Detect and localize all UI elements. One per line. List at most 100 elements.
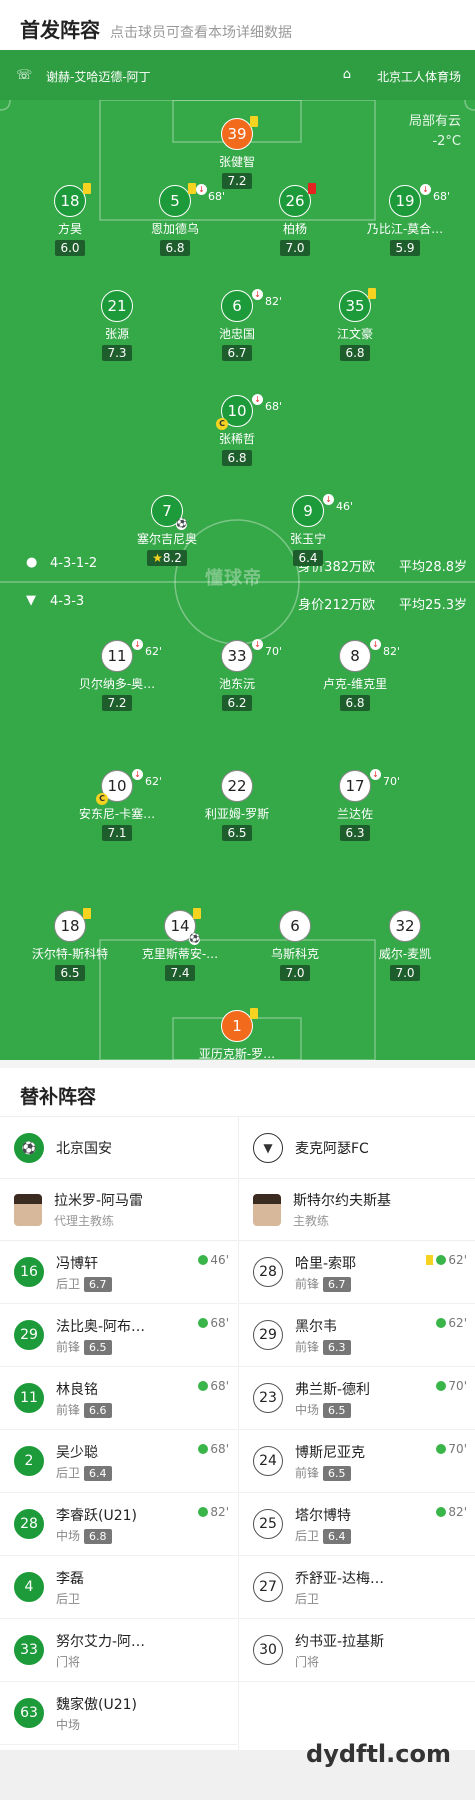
sub-player-row[interactable]: 30 约书亚-拉基斯 门将 — [239, 1619, 475, 1682]
player-rating: 6.7 — [84, 1276, 112, 1292]
player-marker[interactable]: 8 ↓ 82' 卢克-维克里 6.8 — [295, 639, 415, 711]
sub-event: 68' — [198, 1316, 229, 1330]
rating-value: 6.0 — [60, 241, 80, 255]
coach-role: 代理主教练 — [54, 1214, 115, 1228]
rating-value: 6.8 — [345, 346, 365, 360]
subs-title: 替补阵容 — [0, 1068, 475, 1116]
player-marker[interactable]: 14 ⚽ 克里斯蒂安-… 7.4 — [120, 908, 240, 981]
sub-player-row[interactable]: 33 努尔艾力-阿… 门将 — [0, 1619, 237, 1682]
sub-player-row[interactable]: 28 哈里-索耶 前锋 6.7 62' — [239, 1241, 475, 1304]
player-name: 张源 — [104, 327, 129, 341]
sub-time: 70' — [448, 1379, 467, 1393]
yellow-card-icon — [250, 116, 258, 127]
shirt-number: 21 — [101, 290, 133, 322]
sub-player-row[interactable]: 11 林良铭 前锋 6.6 68' — [0, 1367, 237, 1430]
player-marker[interactable]: 10 ↓ 68' C 张稀哲 6.8 — [177, 394, 297, 466]
player-marker[interactable]: 39 张健智 7.2 — [177, 116, 297, 189]
player-rating: 7.0 — [390, 965, 420, 981]
player-marker[interactable]: 9 ↓ 46' 张玉宁 6.4 — [248, 494, 368, 566]
rating-value: 7.0 — [285, 241, 305, 255]
shirt-number: 2 — [14, 1446, 44, 1476]
player-marker[interactable]: 18 沃尔特-斯科特 6.5 — [10, 908, 130, 981]
stadium-icon: ⌂ — [342, 67, 351, 82]
sub-player-row[interactable]: 29 法比奥-阿布… 前锋 6.5 68' — [0, 1304, 237, 1367]
position-text: 后卫 — [56, 1591, 81, 1606]
player-marker[interactable]: 6 ↓ 82' 池忠国 6.7 — [177, 289, 297, 361]
sub-player-row[interactable]: 27 乔舒亚-达梅… 后卫 — [239, 1556, 475, 1619]
home-team-name: 北京国安 — [56, 1140, 112, 1157]
yellow-card-icon — [193, 908, 201, 919]
sub-on-icon — [198, 1507, 209, 1517]
shirt-number: 33 ↓ 70' — [221, 639, 282, 672]
sub-event: 70' — [436, 1379, 467, 1393]
home-coach-row[interactable]: 拉米罗-阿马雷 代理主教练 — [0, 1179, 237, 1241]
sub-off-icon: ↓ — [370, 769, 381, 780]
player-position: 后卫 6.4 — [56, 1464, 112, 1481]
shirt-number: 25 — [253, 1509, 283, 1539]
sub-player-row[interactable]: 23 弗兰斯-德利 中场 6.5 70' — [239, 1367, 475, 1430]
home-team-row[interactable]: ⚽ 北京国安 — [0, 1117, 237, 1179]
player-marker[interactable]: 22 利亚姆-罗斯 6.5 — [177, 770, 297, 841]
sub-time: 82' — [383, 645, 401, 658]
away-coach-row[interactable]: 斯特尔约夫斯基 主教练 — [239, 1179, 475, 1241]
player-marker[interactable]: 33 ↓ 70' 池东沅 6.2 — [177, 639, 297, 711]
player-rating: 7.4 — [165, 965, 195, 981]
player-marker[interactable]: 35 江文豪 6.8 — [295, 288, 415, 361]
player-marker[interactable]: 17 ↓ 70' 兰达佐 6.3 — [295, 769, 415, 841]
shirt-number: 28 — [14, 1509, 44, 1539]
sub-player-row[interactable]: 28 李睿跃(U21) 中场 6.8 82' — [0, 1493, 237, 1556]
player-name: 塞尔吉尼奥 — [136, 532, 197, 546]
player-marker[interactable]: 1亚历克斯-罗…6.6 — [177, 1008, 297, 1060]
player-position: 前锋 6.7 — [295, 1275, 356, 1292]
position-text: 中场 — [295, 1402, 320, 1417]
sub-player-row[interactable]: 16 冯博轩 后卫 6.7 46' — [0, 1241, 237, 1304]
sub-player-row[interactable]: 63 魏家傲(U21) 中场 — [0, 1682, 237, 1745]
sub-on-icon — [198, 1444, 209, 1454]
player-name: 李磊 — [56, 1570, 84, 1587]
player-rating: 7.1 — [102, 825, 132, 841]
sub-player-row[interactable]: 25 塔尔博特 后卫 6.4 82' — [239, 1493, 475, 1556]
sub-player-row[interactable]: 2 吴少聪 后卫 6.4 68' — [0, 1430, 237, 1493]
coach-name: 斯特尔约夫斯基 — [293, 1193, 391, 1209]
player-position: 门将 — [56, 1653, 145, 1670]
shirt-number: 63 — [14, 1698, 44, 1728]
sub-player-row[interactable]: 29 黑尔韦 前锋 6.3 62' — [239, 1304, 475, 1367]
subs-panel: ⚽ 北京国安 拉米罗-阿马雷 代理主教练 16 冯博轩 后卫 6.7 46' 29 法比奥-… — [0, 1116, 475, 1751]
player-marker[interactable]: 5 ↓ 68' 恩加德乌 6.8 — [115, 183, 235, 256]
shirt-number: 6 ↓ 82' — [221, 289, 282, 322]
player-name: 约书亚-拉基斯 — [295, 1633, 385, 1650]
player-marker[interactable]: 10 ↓ 62' C 安东尼-卡塞… 7.1 — [57, 769, 177, 841]
rating-value: 6.3 — [345, 826, 365, 840]
rating-value: 8.2 — [162, 551, 182, 565]
rating-value: 7.0 — [395, 966, 415, 980]
sub-player-row[interactable]: 4 李磊 后卫 — [0, 1556, 237, 1619]
shirt-number: 28 — [253, 1257, 283, 1287]
player-name: 利亚姆-罗斯 — [204, 807, 270, 821]
player-marker[interactable]: 18 方昊 6.0 — [10, 183, 130, 256]
rating-value: 5.9 — [395, 241, 415, 255]
home-subs-column: ⚽ 北京国安 拉米罗-阿马雷 代理主教练 16 冯博轩 后卫 6.7 46' 29 法比奥-… — [0, 1117, 237, 1751]
sub-time: 68' — [265, 400, 283, 413]
player-name: 沃尔特-斯科特 — [31, 947, 109, 961]
shirt-number: 14 ⚽ — [164, 908, 201, 945]
shirt-number: 1 — [221, 1008, 258, 1042]
away-team-row[interactable]: ▼ 麦克阿瑟FC — [239, 1117, 475, 1179]
player-marker[interactable]: 26 柏杨 7.0 — [235, 183, 355, 256]
shirt-number: 8 ↓ 82' — [339, 639, 400, 672]
player-marker[interactable]: 11 ↓ 62' 贝尔纳多-奥… 7.2 — [57, 639, 177, 711]
player-marker[interactable]: 7 ⚽ 塞尔吉尼奥 ★8.2 — [107, 495, 227, 566]
yellow-card-icon — [188, 183, 196, 194]
player-name: 克里斯蒂安-… — [141, 947, 219, 961]
player-marker[interactable]: 32 威尔-麦凯 7.0 — [345, 910, 465, 981]
yellow-card-icon — [83, 908, 91, 919]
player-marker[interactable]: 21 张源 7.3 — [57, 290, 177, 361]
sub-on-icon — [436, 1318, 447, 1328]
sub-time: 46' — [210, 1253, 229, 1267]
home-badge-icon: ● — [26, 555, 38, 570]
player-marker[interactable]: 6 乌斯科克 7.0 — [235, 910, 355, 981]
sub-player-row[interactable]: 24 博斯尼亚克 前锋 6.5 70' — [239, 1430, 475, 1493]
player-marker[interactable]: 19 ↓ 68' 乃比江-莫合… 5.9 — [345, 184, 465, 256]
player-name: 张稀哲 — [218, 432, 255, 446]
player-rating: 6.7 — [222, 345, 252, 361]
shirt-number: 10 ↓ 62' C — [96, 769, 162, 805]
